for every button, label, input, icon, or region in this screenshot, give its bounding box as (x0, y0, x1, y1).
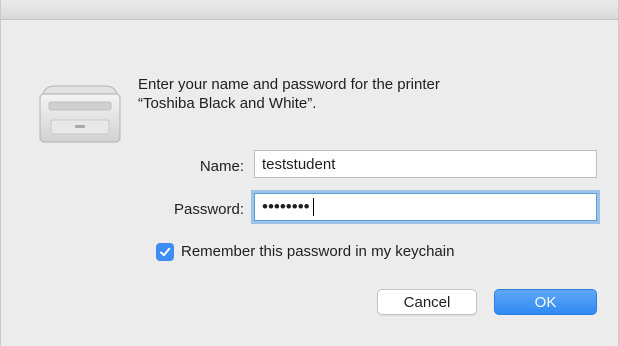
printer-icon (39, 85, 121, 143)
ok-button[interactable]: OK (494, 289, 597, 315)
cancel-button[interactable]: Cancel (377, 289, 477, 315)
window-titlebar[interactable] (1, 0, 618, 20)
password-input[interactable]: •••••••• (254, 193, 597, 221)
printer-auth-dialog: Enter your name and password for the pri… (0, 0, 619, 346)
password-value: •••••••• (262, 197, 310, 216)
password-label: Password: (173, 201, 244, 218)
name-label: Name: (199, 158, 244, 175)
message-line-1: Enter your name and password for the pri… (138, 76, 440, 93)
dialog-message: Enter your name and password for the pri… (138, 75, 598, 113)
checkmark-icon (160, 247, 171, 257)
remember-checkbox[interactable] (156, 243, 174, 261)
name-input[interactable]: teststudent (254, 150, 597, 178)
remember-label[interactable]: Remember this password in my keychain (181, 243, 454, 260)
text-caret (312, 198, 314, 216)
message-line-2: “Toshiba Black and White”. (138, 95, 317, 112)
